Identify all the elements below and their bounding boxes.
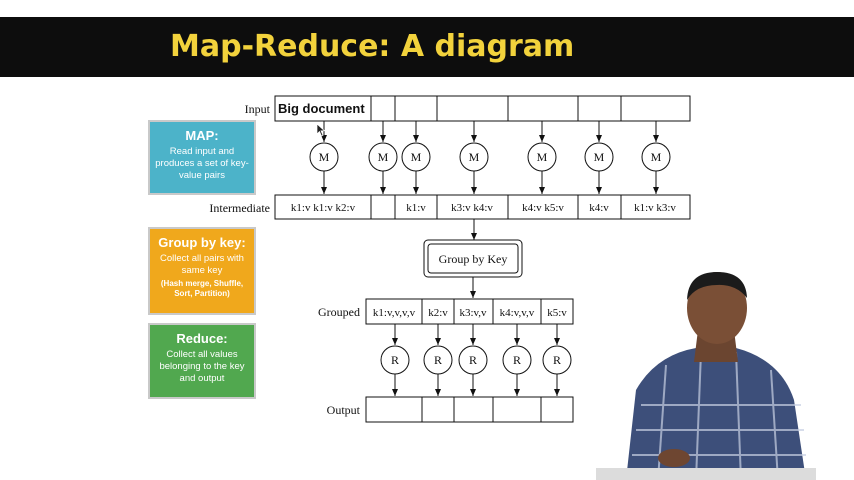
- intermediate-cell-7: k1:v k3:v: [634, 202, 676, 214]
- intermediate-cell-3: k1:v: [406, 202, 426, 214]
- mapper-3-label: M: [411, 150, 422, 164]
- label-input: Input: [245, 102, 271, 116]
- grouped-cell-5: k5:v: [547, 307, 567, 319]
- mapper-6-label: M: [594, 150, 605, 164]
- mapper-4-label: M: [469, 150, 480, 164]
- label-grouped: Grouped: [318, 305, 360, 319]
- grouped-arrows: [392, 324, 560, 345]
- mapper-circles: [309, 142, 671, 172]
- label-output: Output: [327, 403, 361, 417]
- grouped-cell-3: k3:v,v: [459, 307, 487, 319]
- mapper-5-label: M: [537, 150, 548, 164]
- mapper-1-label: M: [319, 150, 330, 164]
- grouped-cell-2: k2:v: [428, 307, 448, 319]
- intermediate-cell-1: k1:v k1:v k2:v: [291, 202, 356, 214]
- reducer-arrows: [392, 374, 560, 396]
- label-intermediate: Intermediate: [209, 201, 270, 215]
- output-row: [365, 396, 574, 423]
- reducer-3-label: R: [469, 353, 477, 367]
- input-big-document: Big document: [278, 101, 365, 116]
- group-by-key-label: Group by Key: [439, 252, 508, 266]
- reducer-1-label: R: [391, 353, 399, 367]
- grouped-cell-1: k1:v,v,v,v: [373, 307, 416, 319]
- intermediate-cell-5: k4:v k5:v: [522, 202, 564, 214]
- grouped-cell-4: k4:v,v,v: [500, 307, 535, 319]
- mapper-2-label: M: [378, 150, 389, 164]
- presenter-video: [596, 272, 816, 480]
- input-arrows: [321, 121, 659, 142]
- mouse-cursor-icon: [316, 123, 326, 137]
- intermediate-cell-4: k3:v k4:v: [451, 202, 493, 214]
- presenter-shirt: [626, 348, 806, 480]
- mapper-arrows: [321, 171, 659, 194]
- reducer-4-label: R: [513, 353, 521, 367]
- reducer-5-label: R: [553, 353, 561, 367]
- mapper-7-label: M: [651, 150, 662, 164]
- intermediate-cell-6: k4:v: [589, 202, 609, 214]
- reducer-2-label: R: [434, 353, 442, 367]
